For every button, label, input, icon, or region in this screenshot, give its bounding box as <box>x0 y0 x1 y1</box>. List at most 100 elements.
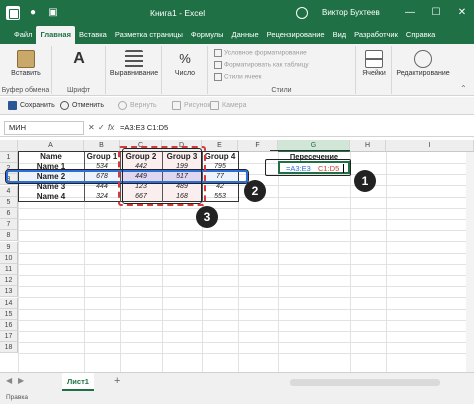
qat-image-button[interactable]: Рисунок <box>172 100 210 112</box>
tab-view[interactable]: Вид <box>329 26 351 44</box>
format-as-table-button[interactable]: Форматировать как таблицу <box>214 61 309 69</box>
user-avatar-icon[interactable] <box>296 7 308 19</box>
row-header[interactable]: 17 <box>0 331 18 343</box>
alignment-group: Выравнивание <box>106 46 162 94</box>
column-header-h[interactable]: H <box>350 140 386 152</box>
grid-hline <box>18 319 474 321</box>
row-header[interactable]: 14 <box>0 297 18 309</box>
tab-developer[interactable]: Разработчик <box>350 26 402 44</box>
cell-b1[interactable]: Group 1 <box>84 152 120 162</box>
sheet-tab-list1[interactable]: Лист1 <box>62 373 94 391</box>
styles-group: Условное форматирование Форматировать ка… <box>208 46 356 94</box>
qat-save-button[interactable]: Сохранить <box>8 100 55 112</box>
row-header[interactable]: 1 <box>0 152 18 163</box>
scroll-right-icon[interactable]: ▶ <box>18 376 24 385</box>
ribbon: Вставить Буфер обмена A Шрифт Выравниван… <box>0 44 474 96</box>
ribbon-collapse-icon[interactable]: ⌃ <box>460 84 467 93</box>
cell-e1[interactable]: Group 4 <box>202 152 238 162</box>
spreadsheet-grid: A B C D E F G H I 1 2 3 4 5 6 7 8 9 10 11 12 13 14 15 1… <box>0 140 474 372</box>
row-header[interactable]: 16 <box>0 320 18 331</box>
autosave-toggle-icon[interactable]: ● <box>26 6 40 20</box>
tab-insert[interactable]: Вставка <box>75 26 111 44</box>
cell-a4[interactable]: Name 3 <box>18 182 84 192</box>
tab-review[interactable]: Рецензирование <box>263 26 329 44</box>
cells-button[interactable]: Ячейки <box>358 50 390 77</box>
row-header[interactable]: 5 <box>0 196 18 208</box>
grid-hline <box>18 219 474 220</box>
cell-styles-icon <box>214 73 222 81</box>
floppy-icon <box>8 100 17 110</box>
formula-input[interactable]: =A3:E3 C1:D5 <box>120 121 168 135</box>
grid-hline <box>18 230 474 232</box>
paste-icon <box>17 50 35 68</box>
alignment-button[interactable]: Выравнивание <box>108 50 160 77</box>
title-bar: ● ▣ Книга1 - Excel Виктор Бухтеев — ☐ ✕ <box>0 0 474 26</box>
grid-hline <box>18 275 474 276</box>
qat-undo-button[interactable]: Отменить <box>60 100 104 112</box>
row-header[interactable]: 8 <box>0 230 18 242</box>
row-header[interactable]: 9 <box>0 241 18 253</box>
row-header[interactable]: 12 <box>0 275 18 287</box>
window-title: Книга1 - Excel <box>150 8 206 18</box>
cell-b5[interactable]: 324 <box>84 192 120 202</box>
tab-help[interactable]: Справка <box>402 26 439 44</box>
maximize-button[interactable]: ☐ <box>424 0 448 26</box>
minimize-button[interactable]: — <box>398 0 422 26</box>
table-icon <box>214 61 222 69</box>
cells-icon <box>365 50 383 68</box>
row-header[interactable]: 15 <box>0 308 18 320</box>
tab-formulas[interactable]: Формулы <box>187 26 228 44</box>
row-header[interactable]: 13 <box>0 286 18 298</box>
tab-home[interactable]: Главная <box>36 26 75 44</box>
add-sheet-button[interactable]: + <box>114 375 120 387</box>
cell-e5[interactable]: 553 <box>202 192 238 202</box>
font-button[interactable]: A <box>64 50 94 70</box>
column-header-i[interactable]: I <box>386 140 474 152</box>
step-badge-1: 1 <box>354 170 376 192</box>
tab-page-layout[interactable]: Разметка страницы <box>111 26 187 44</box>
sheet-tab-bar: ◀ ▶ Лист1 + <box>0 372 474 392</box>
cell-styles-label: Стили ячеек <box>224 73 262 81</box>
qat-redo-button[interactable]: Вернуть <box>118 100 157 112</box>
qat-undo-label: Отменить <box>72 102 104 109</box>
row-header[interactable]: 7 <box>0 219 18 231</box>
row-header[interactable]: 6 <box>0 208 18 219</box>
qat-camera-button[interactable]: Камера <box>210 100 246 112</box>
save-icon[interactable]: ▣ <box>46 6 60 20</box>
paste-label: Вставить <box>11 70 41 77</box>
step-badge-2: 2 <box>244 180 266 202</box>
grid-hline <box>18 207 474 209</box>
name-box[interactable]: МИН <box>4 121 84 135</box>
cancel-icon[interactable]: ✕ <box>88 121 95 135</box>
alignment-label: Выравнивание <box>109 70 159 77</box>
cell-a5[interactable]: Name 4 <box>18 192 84 202</box>
cell-e4[interactable]: 42 <box>202 182 238 192</box>
excel-logo-icon <box>6 6 20 20</box>
editing-group: Редактирование <box>392 46 454 94</box>
cell-b4[interactable]: 444 <box>84 182 120 192</box>
row-header[interactable]: 18 <box>0 342 18 354</box>
row-header[interactable]: 4 <box>0 185 18 197</box>
paste-button[interactable]: Вставить <box>6 50 46 77</box>
ribbon-tabs: Файл Главная Вставка Разметка страницы Ф… <box>0 26 474 44</box>
vertical-scrollbar[interactable] <box>466 152 474 372</box>
conditional-formatting-button[interactable]: Условное форматирование <box>214 49 307 57</box>
cond-format-icon <box>214 49 222 57</box>
tab-data[interactable]: Данные <box>228 26 263 44</box>
editing-label: Редактирование <box>396 70 450 77</box>
close-button[interactable]: ✕ <box>450 0 474 26</box>
enter-icon[interactable]: ✓ <box>98 121 105 135</box>
user-name[interactable]: Виктор Бухтеев <box>322 0 380 26</box>
tab-file[interactable]: Файл <box>10 26 36 44</box>
insert-function-button[interactable]: fx <box>108 121 114 135</box>
cell-styles-button[interactable]: Стили ячеек <box>214 73 262 81</box>
number-button[interactable]: % Число <box>166 50 204 77</box>
horizontal-scrollbar[interactable] <box>290 379 440 386</box>
grid-hline <box>18 263 474 265</box>
cell-a1[interactable]: Name <box>18 152 84 162</box>
scroll-left-icon[interactable]: ◀ <box>6 376 12 385</box>
row-header[interactable]: 11 <box>0 264 18 275</box>
editing-button[interactable]: Редактирование <box>392 50 454 77</box>
select-all-corner[interactable] <box>0 140 18 152</box>
row-header[interactable]: 10 <box>0 252 18 264</box>
